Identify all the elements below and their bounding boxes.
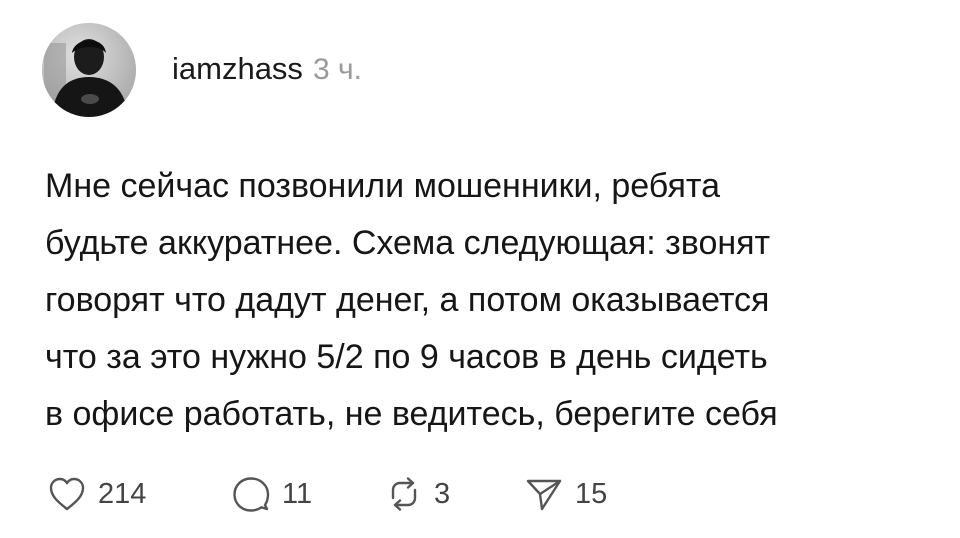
repost-arrows-icon [391, 477, 417, 511]
avatar[interactable] [42, 23, 136, 117]
post-header: iamzhass 3 ч. [42, 22, 362, 118]
post-text-line: в офисе работать, не ведитесь, берегите … [45, 395, 778, 433]
post-card: iamzhass 3 ч. Мне сейчас позвонили мошен… [0, 0, 960, 538]
avatar-image [42, 23, 136, 117]
post-meta: iamzhass 3 ч. [172, 51, 362, 87]
speech-bubble-icon [233, 477, 270, 512]
heart-icon [49, 477, 85, 511]
share-button[interactable]: 15 [525, 476, 645, 512]
repost-count: 3 [434, 477, 451, 510]
share-count: 15 [575, 477, 608, 510]
username[interactable]: iamzhass [172, 51, 303, 87]
paper-plane-icon [526, 479, 562, 511]
post-text-line: будьте аккуратнее. Схема следующая: звон… [45, 224, 771, 262]
like-button[interactable]: 214 [48, 476, 232, 512]
like-count: 214 [98, 477, 147, 510]
post-text-line: что за это нужно 5/2 по 9 часов в день с… [45, 338, 768, 376]
comment-button[interactable]: 11 [232, 475, 386, 513]
post-text-line: говорят что дадут денег, а потом оказыва… [45, 281, 770, 319]
post-text: Мне сейчас позвонили мошенники, ребята б… [45, 158, 935, 443]
repost-button[interactable]: 3 [386, 476, 525, 512]
post-text-line: Мне сейчас позвонили мошенники, ребята [45, 167, 721, 205]
post-time: 3 ч. [312, 53, 362, 86]
post-actions: 214 11 3 15 [48, 470, 645, 518]
comment-count: 11 [282, 477, 313, 510]
